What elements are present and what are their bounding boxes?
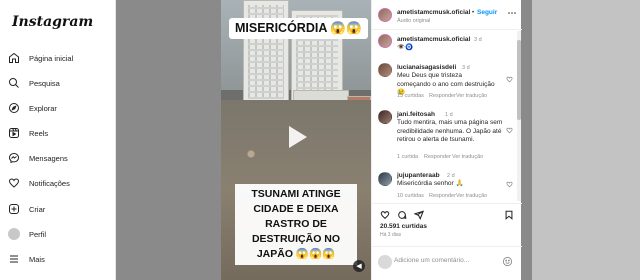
plus-square-icon (9, 204, 19, 214)
comment-likes[interactable]: 1 curtida (397, 154, 418, 160)
comment-like-icon[interactable] (506, 127, 513, 134)
comment-like-icon[interactable] (506, 181, 513, 188)
sidebar-item-search[interactable]: Pesquisa (8, 74, 60, 92)
reply-button[interactable]: Responder (424, 154, 451, 160)
mute-icon[interactable]: ◀ (353, 260, 365, 272)
menu-icon (10, 255, 18, 263)
comment-likes[interactable]: 13 curtidas (397, 93, 424, 99)
comment-likes[interactable]: 10 curtidas (397, 193, 424, 199)
sidebar-item-label: Pesquisa (29, 78, 60, 88)
sidebar-item-label: Reels (29, 128, 49, 138)
sidebar: Instagram Página inicial Pesquisa Explor… (0, 0, 116, 280)
avatar[interactable] (378, 34, 392, 48)
avatar[interactable] (378, 172, 392, 186)
comment-time: 3 d (462, 65, 470, 71)
comment-username[interactable]: jani.feitosah (397, 111, 435, 118)
comment-text: Misericórdia senhor 🙏 (397, 180, 464, 187)
post-author-username[interactable]: ametistamcmusk.oficial (397, 9, 470, 16)
translate-button[interactable]: Ver tradução (456, 193, 487, 199)
emoji-icon[interactable] (502, 256, 513, 267)
sidebar-item-home[interactable]: Página inicial (8, 49, 73, 67)
caption-time: 3 d (474, 37, 482, 43)
avatar (8, 228, 20, 240)
like-icon[interactable] (380, 210, 390, 220)
sidebar-item-profile[interactable]: Perfil (8, 225, 46, 243)
play-icon[interactable] (281, 122, 311, 152)
sidebar-item-notifications[interactable]: Notificações (8, 174, 70, 192)
add-comment-bar (372, 246, 522, 276)
comment-time: 2 d (447, 173, 455, 179)
follow-button[interactable]: Seguir (477, 9, 497, 16)
building-graphic (243, 0, 289, 104)
sidebar-item-label: Mensagens (29, 153, 68, 163)
bookmark-icon[interactable] (504, 210, 514, 220)
sidebar-item-label: Página inicial (29, 53, 74, 63)
translate-button[interactable]: Ver tradução (452, 154, 483, 160)
messenger-icon (8, 152, 20, 164)
reels-icon (9, 128, 19, 138)
sidebar-item-messages[interactable]: Mensagens (8, 149, 68, 167)
comment-username[interactable]: jujupanteraab (397, 172, 440, 179)
translate-button[interactable]: Ver tradução (456, 93, 487, 99)
video-caption-top: MISERICÓRDIA 😱😱 (229, 18, 368, 39)
sidebar-item-label: Notificações (29, 178, 70, 188)
comment-like-icon[interactable] (506, 76, 513, 83)
avatar[interactable] (378, 63, 392, 77)
reply-button[interactable]: Responder (429, 193, 456, 199)
reply-button[interactable]: Responder (429, 93, 456, 99)
instagram-logo[interactable]: Instagram (12, 14, 93, 30)
sidebar-item-label: Explorar (29, 103, 57, 113)
comment-icon[interactable] (397, 210, 407, 220)
post-video[interactable]: MISERICÓRDIA 😱😱 TSUNAMI ATINGE CIDADE E … (221, 0, 371, 280)
sidebar-item-more[interactable]: Mais (8, 250, 45, 268)
compass-icon (9, 103, 19, 113)
caption-text: 👁️🧿 (397, 44, 414, 51)
header-separator: • (472, 10, 475, 16)
comment-input[interactable] (394, 257, 494, 264)
home-icon (9, 52, 19, 63)
modal-backdrop-right[interactable] (532, 0, 640, 280)
comment-time: 1 d (445, 112, 453, 118)
post-details-panel: ametistamcmusk.oficial • Seguir Áudio or… (371, 0, 522, 280)
search-icon (9, 78, 19, 88)
avatar (378, 255, 392, 269)
sidebar-item-label: Mais (29, 254, 45, 264)
comments-scrollbar-thumb[interactable] (517, 40, 521, 120)
avatar[interactable] (378, 110, 392, 124)
likes-count[interactable]: 20.591 curtidas (380, 223, 427, 230)
share-icon[interactable] (414, 210, 424, 220)
post-modal: MISERICÓRDIA 😱😱 TSUNAMI ATINGE CIDADE E … (221, 0, 522, 280)
post-action-bar (372, 203, 522, 221)
comment-text: Tudo mentira, mais uma página sem credib… (397, 119, 503, 143)
sidebar-item-reels[interactable]: Reels (8, 124, 48, 142)
sidebar-item-label: Criar (29, 204, 46, 214)
audio-label[interactable]: Áudio original (397, 18, 430, 24)
more-options-icon[interactable] (508, 11, 516, 15)
avatar[interactable] (378, 8, 392, 22)
sidebar-item-create[interactable]: Criar (8, 200, 45, 218)
post-header: ametistamcmusk.oficial • Seguir Áudio or… (372, 0, 522, 30)
post-timestamp: Há 3 dias (380, 232, 402, 238)
heart-icon (8, 178, 20, 188)
caption-username[interactable]: ametistamcmusk.oficial (397, 36, 470, 43)
comment-username[interactable]: lucianaisagasisdeli (397, 64, 456, 71)
sidebar-item-explore[interactable]: Explorar (8, 99, 57, 117)
video-caption-bottom: TSUNAMI ATINGE CIDADE E DEIXA RASTRO DE … (235, 184, 357, 265)
sidebar-item-label: Perfil (29, 229, 47, 239)
